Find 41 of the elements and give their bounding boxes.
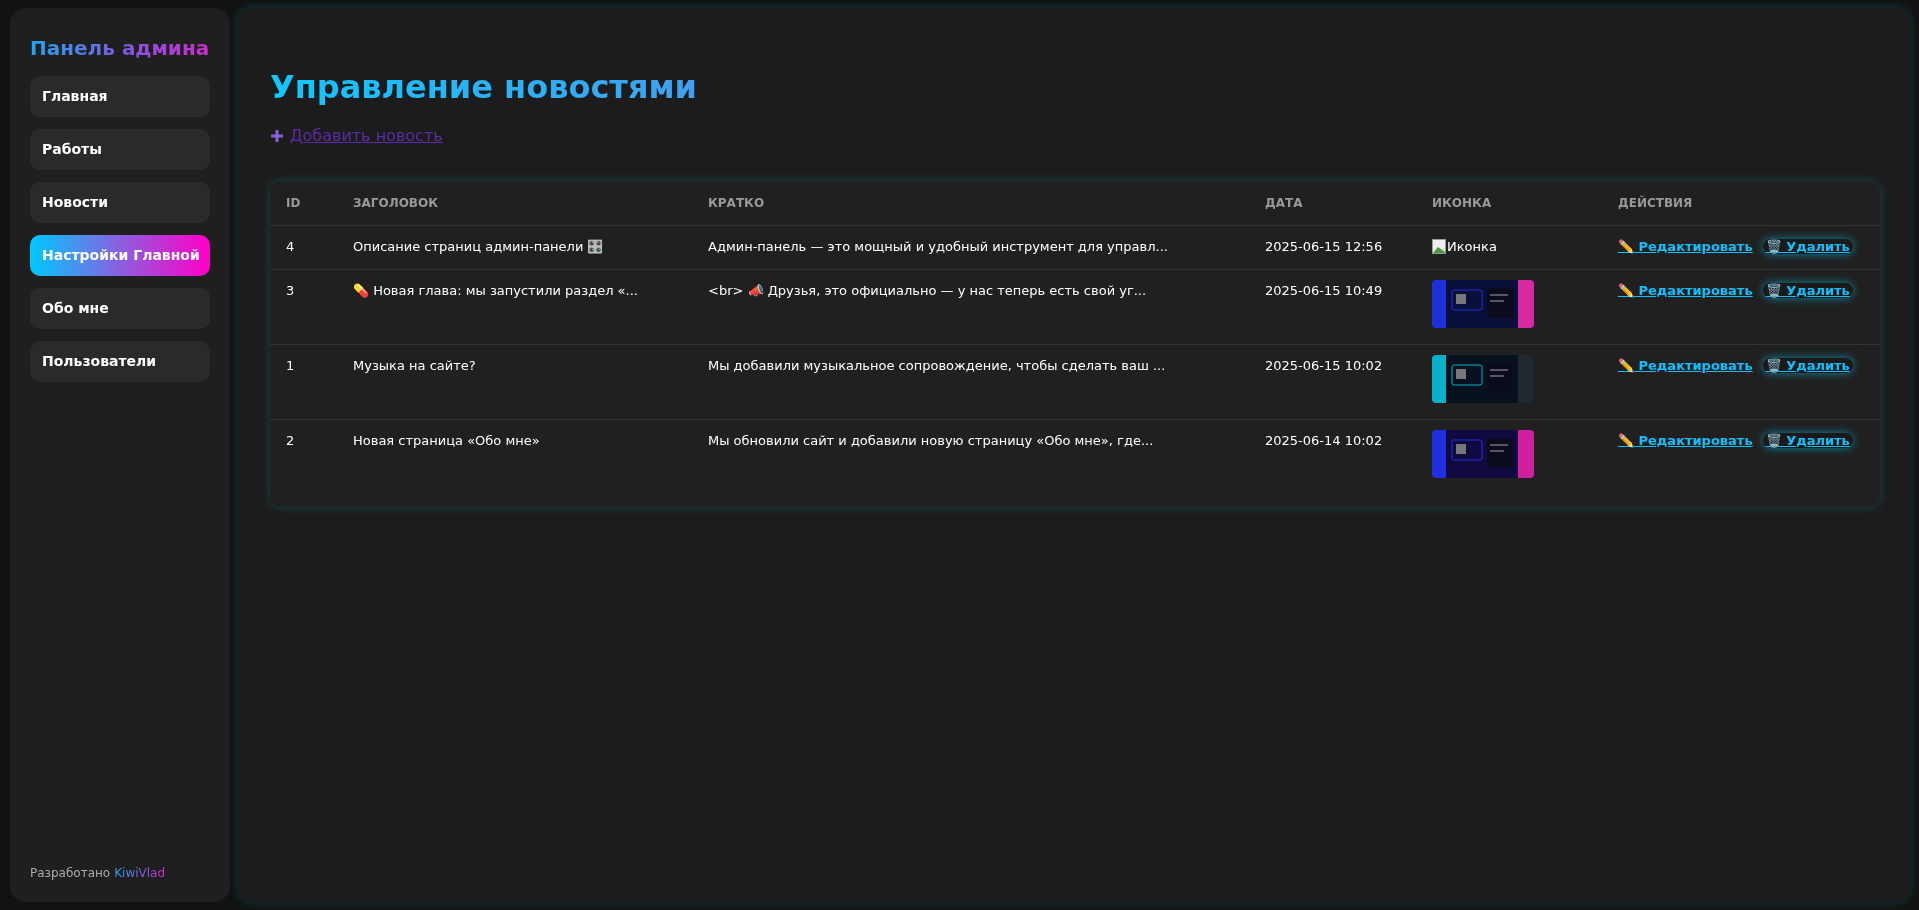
table-cell-text: 💊 Новая глава: мы запустили раздел «...	[352, 282, 639, 298]
nav-item[interactable]: Настройки Главной	[30, 235, 210, 276]
delete-link[interactable]: 🗑 Удалить	[1762, 357, 1853, 373]
table-cell-text: <br> 📣 Друзья, это официально — у нас теперь есть свой уг...	[707, 282, 1148, 298]
table-cell-text: 1	[285, 357, 296, 373]
delete-link[interactable]: 🗑 Удалить	[1762, 432, 1853, 448]
column-header: ID	[285, 195, 302, 210]
table-cell-text: Новая страница «Обо мне»	[352, 432, 541, 448]
column-header: КРАТКО	[707, 195, 766, 210]
delete-link[interactable]: 🗑 Удалить	[1762, 238, 1853, 254]
table-cell-text: 3	[285, 282, 296, 298]
column-header: ЗАГОЛОВОК	[352, 195, 439, 210]
table-cell-text: 4	[285, 238, 296, 254]
table-cell-text: 2025-06-15 12:56	[1264, 238, 1384, 254]
column-header: ДЕЙСТВИЯ	[1617, 195, 1694, 210]
delete-link[interactable]: 🗑 Удалить	[1762, 282, 1853, 298]
edit-link[interactable]: ✏ Редактировать	[1618, 432, 1753, 448]
table-cell-text: Мы добавили музыкальное сопровождение, чтобы сделать ваш ...	[707, 357, 1167, 373]
table-cell-text: 2025-06-15 10:49	[1264, 282, 1384, 298]
table-cell-text: Музыка на сайте?	[352, 357, 477, 373]
table-cell-text: Админ-панель — это мощный и удобный инструмент для управл...	[707, 238, 1169, 254]
table-cell-text: Мы обновили сайт и добавили новую страницу «Обо мне», где...	[707, 432, 1155, 448]
column-header: ИКОНКА	[1431, 195, 1493, 210]
column-header: ДАТА	[1264, 195, 1304, 210]
table-cell-text: 2025-06-14 10:02	[1264, 432, 1384, 448]
nav-item[interactable]: Обо мне	[30, 288, 210, 329]
nav-item[interactable]: Работы	[30, 129, 210, 170]
table-cell-text: 2	[285, 432, 296, 448]
nav-item[interactable]: Новости	[30, 182, 210, 223]
image-icon	[1432, 238, 1446, 254]
nav-item[interactable]: Пользователи	[30, 341, 210, 382]
table-cell-text: 2025-06-15 10:02	[1264, 357, 1384, 373]
edit-link[interactable]: ✏ Редактировать	[1618, 238, 1753, 254]
author-link[interactable]: KiwiVlad	[114, 866, 166, 880]
nav-item[interactable]: Главная	[30, 76, 210, 117]
plus-icon	[270, 128, 284, 143]
table-cell-text: Описание страниц админ-панели 🎛	[352, 238, 605, 254]
footer-text: Разработано	[30, 866, 111, 880]
broken-image: Иконка	[1432, 238, 1497, 254]
edit-link[interactable]: ✏ Редактировать	[1618, 282, 1753, 298]
edit-link[interactable]: ✏ Редактировать	[1618, 357, 1753, 373]
